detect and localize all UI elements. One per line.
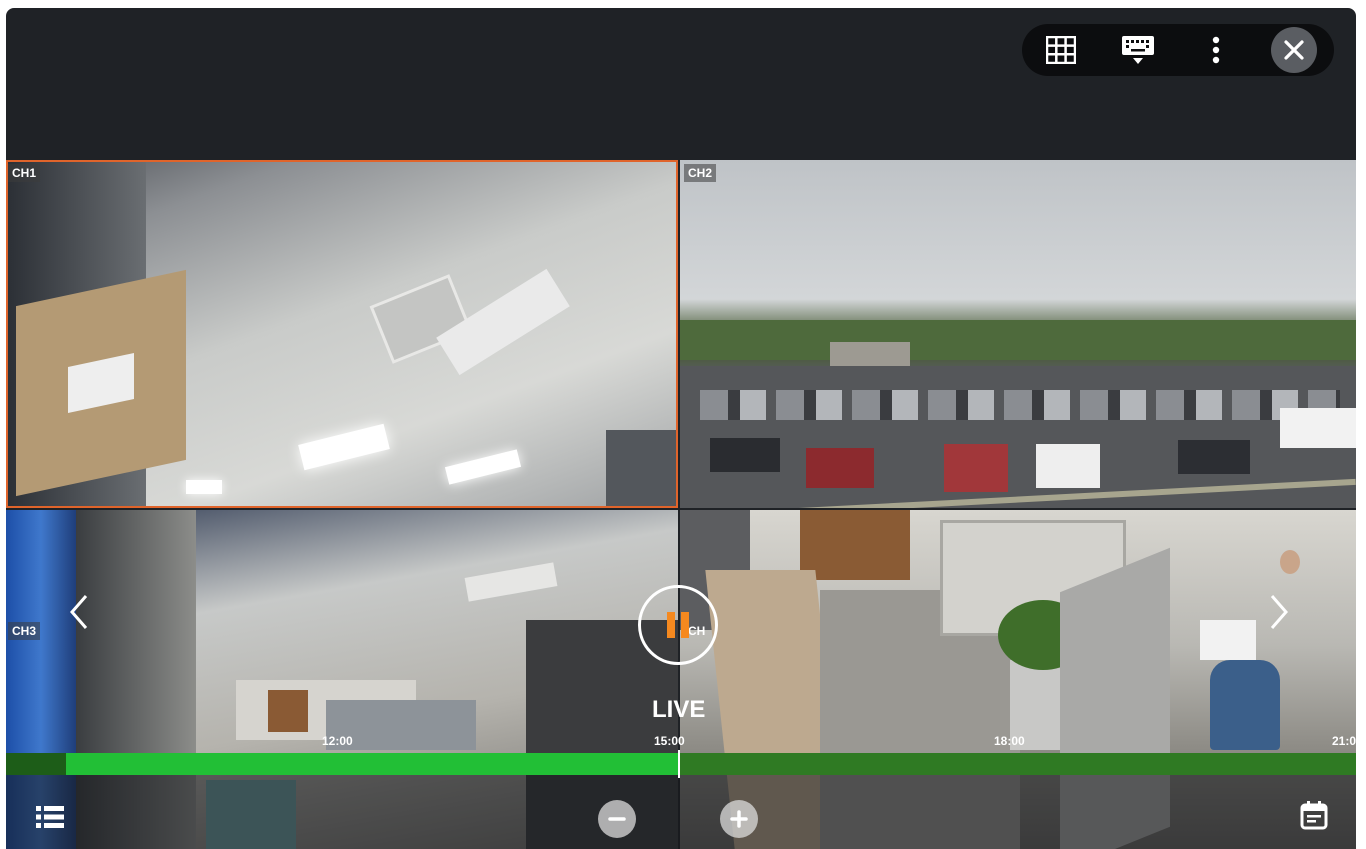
camera-tile-ch2[interactable]: CH2 bbox=[680, 160, 1356, 508]
timeline-tick: 12:00 bbox=[322, 734, 353, 748]
pause-button[interactable] bbox=[638, 585, 718, 665]
previous-page-button[interactable] bbox=[68, 594, 90, 637]
tree-line bbox=[680, 320, 1356, 360]
next-page-button[interactable] bbox=[1268, 594, 1290, 637]
camera-label: CH1 bbox=[8, 164, 41, 182]
camera-list-button[interactable] bbox=[36, 805, 64, 834]
parked-car bbox=[710, 438, 780, 472]
doors bbox=[800, 510, 910, 580]
close-viewer-button[interactable] bbox=[1271, 27, 1318, 73]
bottom-control-bar bbox=[6, 775, 1356, 849]
zoom-out-button[interactable] bbox=[598, 800, 636, 838]
grid-layout-icon bbox=[1045, 36, 1076, 64]
camera-label: CH2 bbox=[684, 164, 717, 182]
zoom-in-icon bbox=[730, 810, 748, 828]
camera-tile-ch1[interactable]: CH1 bbox=[6, 160, 678, 508]
parked-car bbox=[944, 444, 1008, 492]
ceiling-light bbox=[444, 449, 522, 485]
camera-label: CH3 bbox=[8, 622, 41, 640]
chevron-right-icon bbox=[1270, 595, 1288, 629]
viewer-toolbar bbox=[1022, 24, 1334, 76]
ceiling-light bbox=[298, 423, 390, 471]
parked-cars-row bbox=[700, 390, 1340, 420]
person-head bbox=[1280, 550, 1300, 574]
zoom-in-button[interactable] bbox=[720, 800, 758, 838]
parked-car bbox=[1036, 444, 1100, 488]
monitor bbox=[1200, 620, 1256, 660]
keyboard-button[interactable] bbox=[1116, 28, 1160, 72]
doorway bbox=[606, 430, 678, 508]
camera-viewer-window: CH1 CH2 CH3 CH LIVE 12:00 15:00 18:00 21… bbox=[6, 8, 1356, 849]
parked-car bbox=[1178, 440, 1250, 474]
parked-van bbox=[1280, 408, 1356, 448]
timeline-tick: 21:0 bbox=[1332, 734, 1356, 748]
door bbox=[268, 690, 308, 732]
pause-icon bbox=[667, 612, 689, 638]
grid-layout-button[interactable] bbox=[1039, 28, 1083, 72]
ceiling-vent bbox=[464, 562, 558, 602]
person bbox=[1210, 660, 1280, 750]
building bbox=[830, 342, 910, 368]
list-icon bbox=[36, 806, 64, 828]
parked-car bbox=[806, 448, 874, 488]
timeline-recorded bbox=[66, 753, 678, 775]
close-icon bbox=[1284, 40, 1304, 60]
chevron-left-icon bbox=[70, 595, 88, 629]
keyboard-icon bbox=[1122, 36, 1155, 64]
zoom-out-icon bbox=[608, 817, 626, 821]
calendar-icon bbox=[1300, 801, 1328, 830]
timeline-tick: 18:00 bbox=[994, 734, 1025, 748]
more-vertical-icon bbox=[1212, 36, 1219, 64]
timeline-unrecorded bbox=[6, 753, 66, 775]
ceiling-light bbox=[186, 480, 222, 494]
more-options-button[interactable] bbox=[1194, 28, 1238, 72]
timeline-playhead[interactable] bbox=[678, 750, 680, 778]
live-status-label: LIVE bbox=[652, 696, 706, 723]
timeline-tick: 15:00 bbox=[654, 734, 685, 748]
calendar-button[interactable] bbox=[1300, 800, 1328, 835]
